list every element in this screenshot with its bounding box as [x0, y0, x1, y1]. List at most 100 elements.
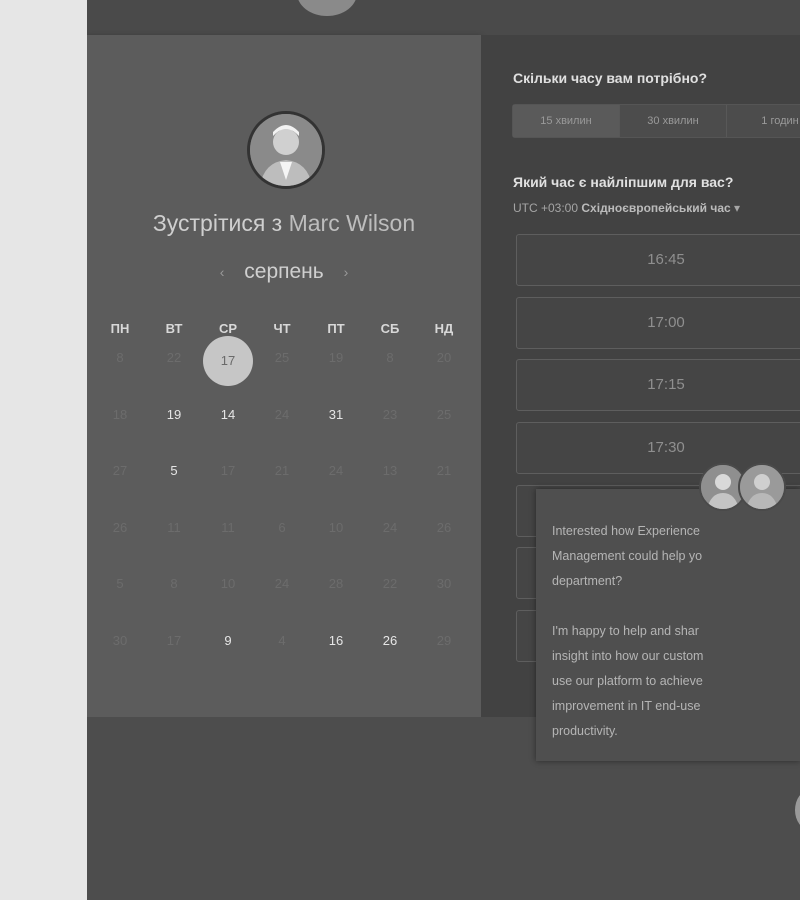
calendar-day-number: 24 [328, 463, 344, 479]
calendar-day[interactable]: 16 [309, 634, 363, 691]
duration-question: Скільки часу вам потрібно? [513, 70, 708, 86]
calendar-day: 13 [363, 464, 417, 521]
brand-logo [297, 0, 557, 20]
weekday-label: НД [434, 321, 454, 336]
calendar-day-number: 21 [436, 463, 452, 479]
calendar-day-selected[interactable]: 17 [201, 336, 255, 408]
time-slot-button[interactable]: 17:00 [516, 296, 800, 349]
calendar-day: 10 [309, 521, 363, 578]
duration-option[interactable]: 15 хвилин [513, 105, 620, 137]
calendar-day: 17 [147, 634, 201, 691]
calendar-day: 22 [147, 351, 201, 408]
weekday-label: ЧТ [273, 321, 291, 336]
calendar-day-number: 27 [112, 463, 128, 479]
calendar-day: 24 [255, 577, 309, 634]
calendar-day: 5 [93, 577, 147, 634]
calendar-day: 26 [93, 521, 147, 578]
calendar-day-number: 19 [328, 350, 344, 365]
host-calendar-panel: Зустрітися з Marc Wilson ‹ серпень › ПН В… [87, 35, 481, 717]
calendar-day-number: 18 [112, 406, 128, 422]
calendar-day[interactable]: 26 [363, 634, 417, 691]
chat-bubble-logo-icon [297, 0, 357, 16]
chat-message-2: I'm happy to help and shar insight into … [552, 624, 704, 738]
calendar-day: 23 [363, 408, 417, 465]
calendar-day-number: 22 [382, 576, 398, 592]
meet-with-title: Зустрітися з Marc Wilson [87, 210, 481, 237]
calendar-day-number: 19 [166, 406, 182, 422]
calendar-day-number: 17 [203, 336, 253, 386]
calendar-day-number: 25 [274, 350, 290, 365]
calendar-day: 11 [147, 521, 201, 578]
chevron-right-icon[interactable]: › [344, 264, 349, 280]
calendar-day: 21 [255, 464, 309, 521]
calendar-day: 17 [201, 464, 255, 521]
calendar-day-number: 30 [436, 576, 452, 592]
calendar-day-number: 10 [328, 519, 344, 535]
calendar-day-number: 14 [220, 406, 236, 422]
weekday-header: ПН ВТ СР ЧТ ПТ СБ НД [93, 321, 471, 336]
calendar-day: 11 [201, 521, 255, 578]
calendar-day-number: 24 [274, 406, 290, 422]
calendar-day-number: 20 [436, 350, 452, 365]
calendar-day: 8 [363, 351, 417, 408]
time-question: Який час є найліпшим для вас? [513, 174, 734, 190]
host-avatar [247, 111, 325, 189]
calendar-day: 30 [417, 577, 471, 634]
weekday-label: ВТ [165, 321, 183, 336]
calendar-day-number: 30 [112, 632, 128, 648]
chat-popup[interactable]: Interested how Experience Management cou… [536, 489, 800, 761]
calendar-day[interactable]: 19 [147, 408, 201, 465]
calendar-day-number: 24 [274, 576, 290, 592]
duration-tabs: 15 хвилин 30 хвилин 1 годин [512, 104, 800, 138]
meet-with-prefix: Зустрітися з [152, 210, 283, 236]
host-name: Marc Wilson [288, 210, 416, 236]
time-slot-button[interactable]: 16:45 [516, 234, 800, 286]
calendar-day: 25 [417, 408, 471, 465]
calendar-day-number: 26 [382, 632, 398, 648]
calendar-day-number: 22 [166, 350, 182, 365]
timezone-selector[interactable]: UTC +03:00 Східноєвропейський час ▾ [513, 201, 740, 215]
chevron-left-icon[interactable]: ‹ [220, 264, 225, 280]
calendar-day: 29 [417, 634, 471, 691]
calendar-day-number: 6 [278, 519, 286, 535]
calendar-day: 22 [363, 577, 417, 634]
weekday-label: ПТ [327, 321, 345, 336]
calendar-day-number: 24 [382, 519, 398, 535]
calendar-day-number: 26 [436, 519, 452, 535]
calendar-day: 24 [309, 464, 363, 521]
calendar-day-number: 11 [221, 519, 235, 535]
weekday-label: СР [218, 321, 238, 336]
calendar-day[interactable]: 14 [201, 408, 255, 465]
timezone-offset: UTC +03:00 [513, 201, 579, 215]
month-label: серпень [244, 260, 324, 283]
calendar-day-number: 9 [224, 632, 232, 648]
calendar-day: 30 [93, 634, 147, 691]
calendar-days-grid: 8 22 17 25 19 8 20 18 19 14 24 31 23 25 27 5 17 21 24 13 21 2… [93, 336, 471, 691]
time-slot-button[interactable]: 17:15 [516, 359, 800, 412]
timezone-name: Східноєвропейський час [581, 201, 731, 215]
duration-option[interactable]: 30 хвилин [620, 105, 727, 137]
calendar-day[interactable]: 5 [147, 464, 201, 521]
calendar-day-number: 13 [382, 463, 398, 479]
calendar-day: 27 [93, 464, 147, 521]
calendar-day: 6 [255, 521, 309, 578]
calendar-day-number: 4 [278, 632, 286, 648]
calendar-day: 19 [309, 351, 363, 408]
calendar-day-number: 16 [328, 632, 344, 648]
calendar-day-number: 21 [274, 463, 290, 479]
calendar-day: 18 [93, 408, 147, 465]
duration-option[interactable]: 1 годин [727, 105, 800, 137]
calendar-day[interactable]: 9 [201, 634, 255, 691]
calendar-day: 28 [309, 577, 363, 634]
calendar-day-number: 25 [436, 406, 452, 422]
weekday-label: СБ [380, 321, 400, 336]
calendar-day-number: 17 [220, 463, 236, 479]
month-navigation: ‹ серпень › [87, 260, 481, 284]
calendar-day-number: 8 [170, 576, 178, 592]
calendar-day: 21 [417, 464, 471, 521]
calendar-day-number: 5 [170, 463, 178, 479]
calendar-day: 24 [363, 521, 417, 578]
calendar-day: 24 [255, 408, 309, 465]
scheduling-app: Зустрітися з Marc Wilson ‹ серпень › ПН В… [87, 0, 800, 900]
calendar-day[interactable]: 31 [309, 408, 363, 465]
